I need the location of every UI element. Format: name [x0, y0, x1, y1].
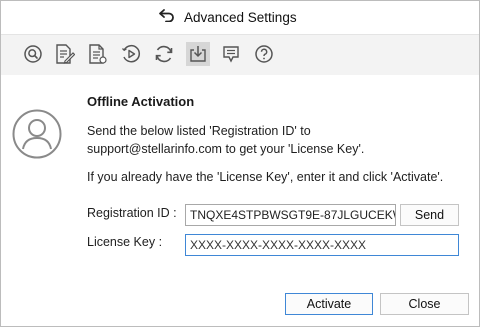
- instruction-line-2: support@stellarinfo.com to get your 'Lic…: [87, 142, 365, 156]
- toolbar: [1, 34, 479, 75]
- back-icon[interactable]: [158, 8, 176, 27]
- activate-button[interactable]: Activate: [285, 293, 373, 315]
- search-icon[interactable]: [21, 42, 45, 66]
- title-bar: Advanced Settings: [1, 1, 479, 33]
- registration-id-label: Registration ID :: [87, 206, 177, 220]
- close-button[interactable]: Close: [380, 293, 469, 315]
- registration-icon[interactable]: [52, 42, 76, 66]
- advanced-settings-window: Advanced Settings Offline Activation Sen…: [0, 0, 480, 327]
- message-icon[interactable]: [219, 42, 243, 66]
- download-icon[interactable]: [186, 42, 210, 66]
- document-icon[interactable]: [85, 42, 109, 66]
- instruction-line-1: Send the below listed 'Registration ID' …: [87, 124, 311, 138]
- license-key-input[interactable]: XXXX-XXXX-XXXX-XXXX-XXXX: [185, 234, 459, 256]
- refresh-icon[interactable]: [152, 42, 176, 66]
- instruction-line-3: If you already have the 'License Key', e…: [87, 170, 444, 184]
- help-icon[interactable]: [252, 42, 276, 66]
- window-title: Advanced Settings: [184, 9, 297, 25]
- registration-id-field[interactable]: TNQXE4STPBWSGT9E-87JLGUCEKW: [185, 204, 396, 226]
- license-key-label: License Key :: [87, 235, 163, 249]
- title-group: Advanced Settings: [158, 8, 297, 26]
- user-avatar-icon: [12, 109, 62, 159]
- play-icon[interactable]: [119, 42, 143, 66]
- send-button[interactable]: Send: [400, 204, 459, 226]
- offline-activation-heading: Offline Activation: [87, 94, 195, 109]
